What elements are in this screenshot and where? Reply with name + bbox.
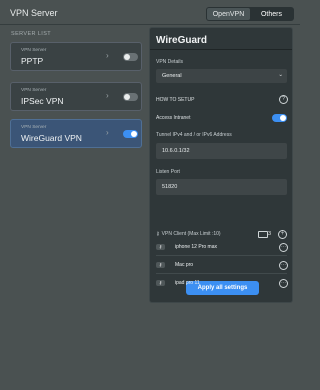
server-list-label: SERVER LIST — [11, 31, 52, 37]
chevron-right-icon: › — [106, 51, 109, 60]
vpn-details-label: VPN Details — [156, 59, 183, 65]
server-card-wireguard[interactable]: VPN Server WireGuard VPN › — [10, 119, 142, 148]
laptop-icon — [258, 231, 268, 238]
tab-others[interactable]: Others — [250, 8, 293, 20]
protocol-switch: OpenVPN Others — [206, 7, 294, 21]
ipsec-toggle[interactable] — [123, 93, 138, 101]
client-count: 3 — [268, 231, 272, 237]
how-to-setup-label: HOW TO SETUP — [156, 97, 195, 103]
server-card-subtitle: VPN Server — [21, 48, 47, 53]
more-options-icon[interactable]: ··· — [279, 279, 288, 288]
server-card-subtitle: VPN Server — [21, 125, 47, 130]
more-options-icon[interactable]: ··· — [279, 261, 288, 270]
client-name: iphone 12 Pro max — [175, 244, 217, 250]
page-title: VPN Server — [10, 8, 58, 18]
server-card-name: PPTP — [21, 56, 44, 66]
client-row[interactable]: ⚷ iphone 12 Pro max ··· — [156, 239, 288, 255]
tunnel-address-value: 10.6.0.1/32 — [162, 148, 190, 154]
server-card-pptp[interactable]: VPN Server PPTP › — [10, 42, 142, 71]
vpn-client-header: ⚷ VPN Client (Max Limit :10) — [156, 231, 221, 237]
client-divider — [156, 273, 287, 274]
server-card-name: IPSec VPN — [21, 96, 64, 106]
client-name: ipad pro 11 — [175, 280, 200, 286]
key-icon: ⚷ — [156, 262, 165, 268]
client-row[interactable]: ⚷ Mac pro ··· — [156, 257, 288, 273]
chevron-down-icon: ⌄ — [278, 72, 283, 78]
header-divider — [0, 24, 300, 25]
key-icon: ⚷ — [156, 231, 160, 237]
key-icon: ⚷ — [156, 244, 165, 250]
server-card-ipsec[interactable]: VPN Server IPSec VPN › — [10, 82, 142, 111]
vpn-client-label: VPN Client (Max Limit :10) — [161, 231, 221, 237]
access-intranet-toggle[interactable] — [272, 114, 287, 122]
panel-title: WireGuard — [156, 35, 208, 46]
vpn-details-select[interactable]: General ⌄ — [156, 69, 287, 83]
pptp-toggle[interactable] — [123, 53, 138, 61]
chevron-right-icon: › — [106, 91, 109, 100]
vpn-details-value: General — [162, 73, 182, 79]
tunnel-address-label: Tunnel IPv4 and / or IPv6 Address — [156, 132, 232, 138]
client-row[interactable]: ⚷ ipad pro 11 ··· — [156, 275, 288, 291]
add-client-button[interactable]: + — [278, 230, 287, 239]
client-name: Mac pro — [175, 262, 194, 268]
help-icon[interactable]: ? — [279, 95, 288, 104]
wireguard-settings-panel: WireGuard VPN Details General ⌄ HOW TO S… — [149, 27, 293, 303]
panel-divider — [150, 49, 292, 50]
listen-port-value: 51820 — [162, 184, 178, 190]
access-intranet-label: Access Intranet — [156, 115, 191, 121]
tunnel-address-input[interactable]: 10.6.0.1/32 — [156, 143, 287, 159]
wireguard-toggle[interactable] — [123, 130, 138, 138]
key-icon: ⚷ — [156, 280, 165, 286]
listen-port-label: Listen Port — [156, 169, 180, 175]
listen-port-input[interactable]: 51820 — [156, 179, 287, 195]
tab-openvpn[interactable]: OpenVPN — [207, 8, 250, 20]
chevron-right-icon: › — [106, 128, 109, 137]
server-card-subtitle: VPN Server — [21, 88, 47, 93]
client-divider — [156, 255, 287, 256]
server-card-name: WireGuard VPN — [21, 133, 82, 143]
more-options-icon[interactable]: ··· — [279, 243, 288, 252]
